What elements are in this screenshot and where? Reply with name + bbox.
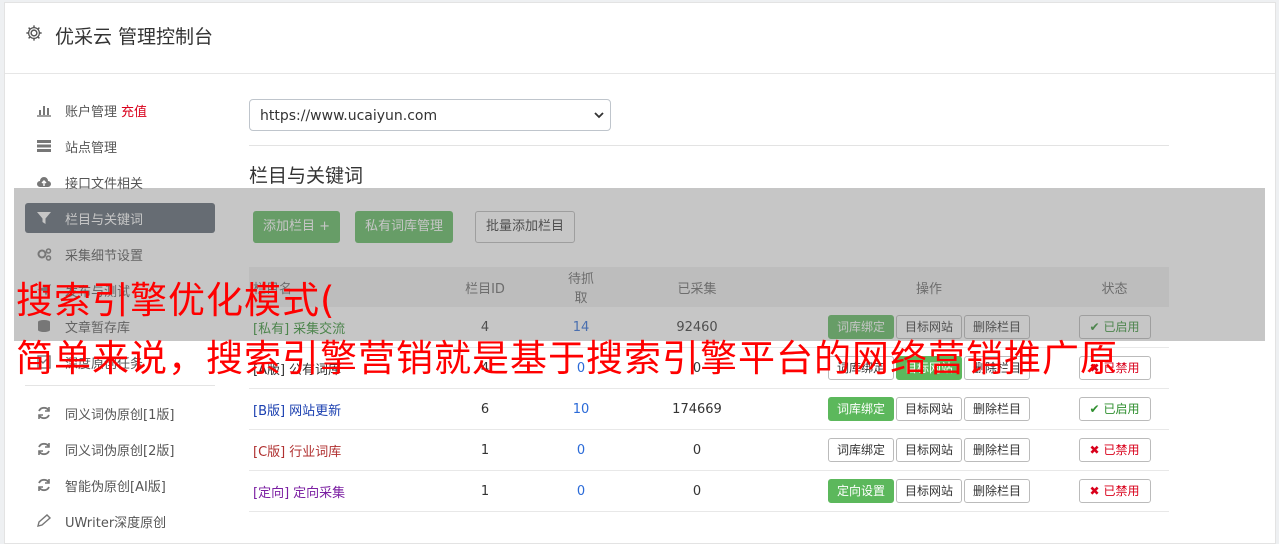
sidebar-item-text: UWriter深度原创 xyxy=(65,516,167,531)
actions-cell: 词库绑定 目标网站 删除栏目 xyxy=(798,429,1060,471)
collected-count: 174669 xyxy=(596,388,798,430)
column-name-link[interactable]: 定向采集 xyxy=(293,486,345,501)
collected-count: 0 xyxy=(596,470,798,512)
collected-count: 0 xyxy=(596,429,798,471)
column-name-link[interactable]: 网站更新 xyxy=(289,404,341,419)
sidebar-item-text: 账户管理 xyxy=(65,105,118,120)
pending-count[interactable]: 0 xyxy=(566,470,596,512)
top-bar: 优采云 管理控制台 xyxy=(5,3,1275,74)
overlay-text-line-2: 简单来说，搜索引擎营销就是基于搜索引擎平台的网络营销推广原 xyxy=(16,337,1118,380)
site-select[interactable]: https://www.ucaiyun.com xyxy=(249,99,611,131)
server-icon xyxy=(36,139,52,153)
recharge-link[interactable]: 充值 xyxy=(121,105,147,120)
status-cell: ✔ 已启用 xyxy=(1060,388,1169,430)
pending-count[interactable]: 0 xyxy=(566,429,596,471)
target-site-button[interactable]: 目标网站 xyxy=(895,397,962,421)
sidebar-item-label: 同义词伪原创[2版] xyxy=(65,440,174,459)
overlay-text-line-1: 搜索引擎优化模式( xyxy=(16,279,336,322)
status-label: 已禁用 xyxy=(1103,443,1140,457)
bar-chart-icon xyxy=(36,103,52,117)
sidebar-item-main-1[interactable]: 站点管理 xyxy=(25,131,215,161)
refresh-icon xyxy=(36,442,52,456)
status-label: 已禁用 xyxy=(1103,484,1140,498)
bind-lexicon-button[interactable]: 定向设置 xyxy=(827,479,894,503)
column-tag: [B版] xyxy=(253,403,286,419)
sidebar-item-label: 站点管理 xyxy=(65,137,117,156)
refresh-icon xyxy=(36,406,52,420)
sidebar-item-label: 同义词伪原创[1版] xyxy=(65,404,174,423)
column-name-cell: [B版] 网站更新 xyxy=(249,388,404,430)
sidebar-item-label: 账户管理 充值 xyxy=(65,101,147,120)
close-icon: ✖ xyxy=(1089,443,1100,457)
sidebar-item-main-0[interactable]: 账户管理 充值 xyxy=(25,95,215,125)
column-name-link[interactable]: 行业词库 xyxy=(289,445,341,460)
check-icon: ✔ xyxy=(1089,402,1100,416)
status-toggle[interactable]: ✔ 已启用 xyxy=(1078,397,1151,421)
status-cell: ✖ 已禁用 xyxy=(1060,470,1169,512)
delete-column-button[interactable]: 删除栏目 xyxy=(964,397,1031,421)
table-row: [C版] 行业词库 1 0 0 词库绑定 目标网站 删除栏目 ✖ 已禁用 xyxy=(249,429,1169,471)
sidebar-divider xyxy=(25,385,215,386)
status-cell: ✖ 已禁用 xyxy=(1060,429,1169,471)
sidebar-item-text: 同义词伪原创[2版] xyxy=(65,444,175,459)
delete-column-button[interactable]: 删除栏目 xyxy=(964,479,1031,503)
sidebar-item-text: 同义词伪原创[1版] xyxy=(65,408,175,423)
column-tag: [定向] xyxy=(253,485,290,501)
section-title: 栏目与关键词 xyxy=(249,165,364,187)
sidebar-item-label: 智能伪原创[AI版] xyxy=(65,476,166,495)
refresh-icon xyxy=(36,478,52,492)
site-select-value: https://www.ucaiyun.com xyxy=(260,108,438,124)
sidebar-item-label: UWriter深度原创 xyxy=(65,512,166,531)
table-row: [定向] 定向采集 1 0 0 定向设置 目标网站 删除栏目 ✖ 已禁用 xyxy=(249,470,1169,512)
sidebar-item-tool-2[interactable]: 智能伪原创[AI版] xyxy=(25,470,215,500)
cloud-upload-icon xyxy=(36,175,52,189)
chevron-down-icon xyxy=(594,112,604,119)
gear-icon xyxy=(26,25,42,41)
sidebar-item-text: 站点管理 xyxy=(65,141,118,156)
column-id: 1 xyxy=(404,429,566,471)
sidebar-item-tool-3[interactable]: UWriter深度原创 xyxy=(25,506,215,536)
column-tag: [C版] xyxy=(253,444,286,460)
app-title: 优采云 管理控制台 xyxy=(55,26,214,48)
sidebar-item-tool-0[interactable]: 同义词伪原创[1版] xyxy=(25,398,215,428)
close-icon: ✖ xyxy=(1089,484,1100,498)
actions-cell: 词库绑定 目标网站 删除栏目 xyxy=(798,388,1060,430)
status-toggle[interactable]: ✖ 已禁用 xyxy=(1078,479,1151,503)
bind-lexicon-button[interactable]: 词库绑定 xyxy=(827,397,894,421)
status-label: 已启用 xyxy=(1103,402,1140,416)
edit-icon xyxy=(36,514,52,528)
target-site-button[interactable]: 目标网站 xyxy=(895,479,962,503)
pending-count[interactable]: 10 xyxy=(566,388,596,430)
sidebar-item-text: 智能伪原创[AI版] xyxy=(65,480,166,495)
column-id: 1 xyxy=(404,470,566,512)
column-name-cell: [C版] 行业词库 xyxy=(249,429,404,471)
column-name-cell: [定向] 定向采集 xyxy=(249,470,404,512)
sidebar-item-tool-1[interactable]: 同义词伪原创[2版] xyxy=(25,434,215,464)
column-id: 6 xyxy=(404,388,566,430)
target-site-button[interactable]: 目标网站 xyxy=(895,438,962,462)
status-toggle[interactable]: ✖ 已禁用 xyxy=(1078,438,1151,462)
actions-cell: 定向设置 目标网站 删除栏目 xyxy=(798,470,1060,512)
divider xyxy=(249,145,1169,146)
bind-lexicon-button[interactable]: 词库绑定 xyxy=(827,438,894,462)
table-row: [B版] 网站更新 6 10 174669 词库绑定 目标网站 删除栏目 ✔ 已启用 xyxy=(249,388,1169,430)
delete-column-button[interactable]: 删除栏目 xyxy=(964,438,1031,462)
